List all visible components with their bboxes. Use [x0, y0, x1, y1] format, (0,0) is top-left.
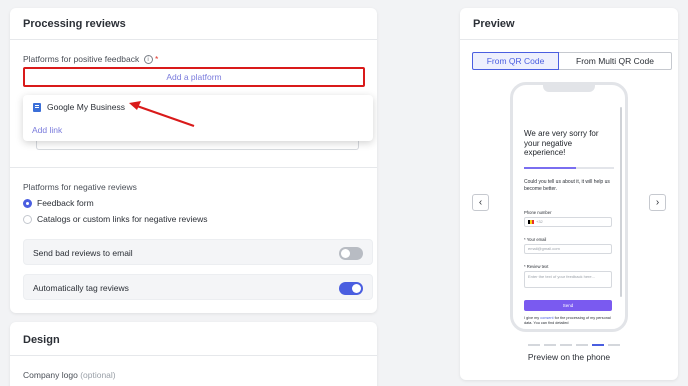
radio-feedback-form[interactable]: Feedback form — [23, 198, 94, 208]
email-field[interactable]: email@gmail.com — [524, 244, 612, 254]
belgium-flag-icon — [528, 219, 534, 224]
preview-tabs: From QR Code From Multi QR Code — [472, 52, 672, 70]
google-my-business-icon — [33, 102, 41, 112]
phone-heading: We are very sorry for your negative expe… — [524, 129, 599, 157]
carousel-dot[interactable] — [528, 344, 540, 346]
radio-unselected-icon — [23, 214, 32, 224]
info-icon[interactable]: i — [143, 55, 153, 65]
optional-text: (optional) — [80, 370, 116, 380]
phone-number-field[interactable]: +32 — [524, 217, 612, 227]
tab-from-multi-qr-code[interactable]: From Multi QR Code — [559, 52, 672, 70]
required-mark: * — [154, 54, 159, 64]
title-divider — [10, 39, 377, 40]
phone-progress-bar — [524, 167, 614, 169]
radio-label: Feedback form — [37, 198, 94, 208]
email-label: * Your email — [524, 237, 547, 242]
consent-text: I give my consent for the processing of … — [524, 316, 611, 325]
dropdown-item-label: Google My Business — [47, 102, 125, 112]
send-bad-reviews-toggle[interactable] — [339, 247, 363, 260]
section-divider — [10, 167, 377, 168]
processing-reviews-title: Processing reviews — [23, 18, 126, 30]
preview-card: Preview From QR Code From Multi QR Code … — [460, 8, 678, 380]
toggle-label: Automatically tag reviews — [33, 283, 129, 293]
next-arrow-button[interactable]: › — [649, 194, 666, 211]
preview-title: Preview — [473, 18, 515, 30]
consent-link[interactable]: consent — [540, 316, 553, 320]
phone-number-label: Phone number — [524, 210, 552, 215]
phone-subtext: Could you tell us about it, it will help… — [524, 179, 610, 192]
preview-caption: Preview on the phone — [527, 352, 611, 362]
platform-dropdown: Google My Business Add link — [23, 95, 373, 141]
radio-label: Catalogs or custom links for negative re… — [37, 214, 208, 224]
phone-notch — [543, 85, 595, 92]
negative-reviews-label: Platforms for negative reviews — [23, 182, 137, 192]
toggle-label: Send bad reviews to email — [33, 248, 133, 258]
company-logo-label: Company logo (optional) — [23, 370, 116, 380]
phone-prefix: +32 — [536, 219, 543, 224]
phone-scrollbar[interactable] — [620, 107, 622, 297]
prev-arrow-button[interactable]: ‹ — [472, 194, 489, 211]
dropdown-item-google-my-business[interactable]: Google My Business — [33, 102, 125, 112]
auto-tag-reviews-row: Automatically tag reviews — [23, 274, 373, 300]
radio-selected-icon — [23, 198, 32, 208]
auto-tag-reviews-toggle[interactable] — [339, 282, 363, 295]
carousel-dot[interactable] — [608, 344, 620, 346]
tab-from-qr-code[interactable]: From QR Code — [472, 52, 559, 70]
design-card: Design Company logo (optional) — [10, 322, 377, 386]
phone-mockup: We are very sorry for your negative expe… — [510, 82, 628, 332]
send-bad-reviews-row: Send bad reviews to email — [23, 239, 373, 265]
positive-feedback-label-text: Platforms for positive feedback — [23, 54, 140, 64]
processing-reviews-card: Processing reviews Platforms for positiv… — [10, 8, 377, 313]
carousel-dot[interactable] — [576, 344, 588, 346]
carousel-dots — [528, 344, 620, 346]
carousel-dot[interactable] — [560, 344, 572, 346]
review-text-label: * Review text — [524, 264, 549, 269]
preview-divider — [460, 39, 678, 40]
carousel-dot[interactable] — [544, 344, 556, 346]
carousel-dot-active[interactable] — [592, 344, 604, 346]
review-text-field[interactable]: Enter the text of your feedback here... — [524, 271, 612, 288]
add-platform-button[interactable]: Add a platform — [23, 67, 365, 87]
add-link-button[interactable]: Add link — [32, 125, 62, 135]
positive-feedback-label: Platforms for positive feedback i * — [23, 54, 159, 65]
company-logo-label-text: Company logo — [23, 370, 78, 380]
send-button[interactable]: Send — [524, 300, 612, 311]
radio-catalogs-custom-links[interactable]: Catalogs or custom links for negative re… — [23, 214, 208, 224]
design-title: Design — [23, 334, 60, 346]
design-divider — [10, 355, 377, 356]
